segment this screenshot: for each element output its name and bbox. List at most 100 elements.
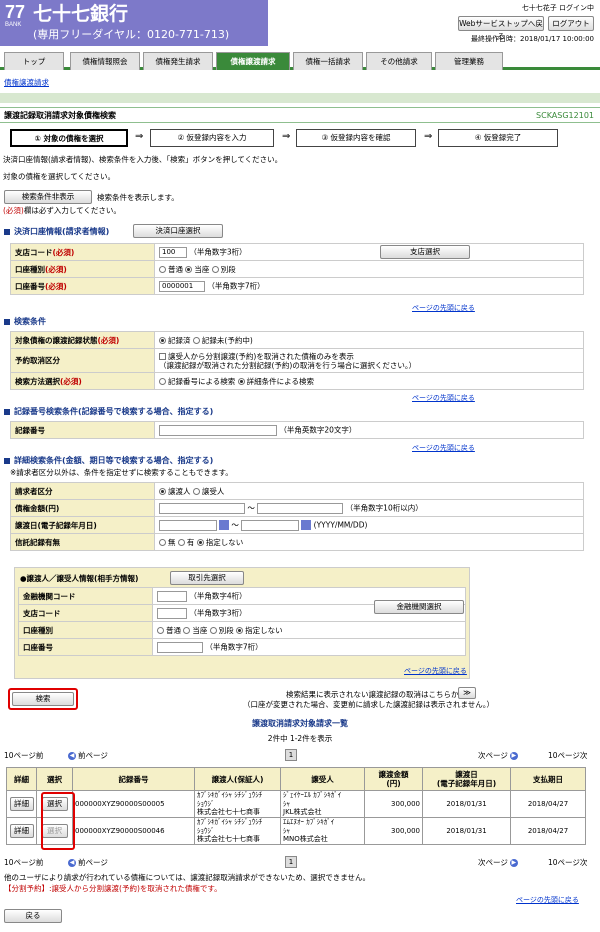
detail-conditions-note: ※請求者区分以外は、条件を指定せずに検索することもできます。 — [10, 468, 233, 477]
account-type-betsudan-radio[interactable] — [211, 266, 219, 273]
amount-label: 債権金額(円) — [15, 503, 60, 513]
transferee-name: MNO株式会社 — [283, 835, 328, 844]
requester-transferor-radio[interactable] — [159, 488, 166, 495]
list-count: 2件中 1-2件を表示 — [267, 734, 333, 743]
bank-logo: 77 — [5, 2, 26, 22]
tab-bulk-request[interactable]: 債権一括請求 — [293, 52, 363, 70]
amount-from-input[interactable] — [159, 502, 245, 514]
bank-select-button[interactable]: 金融機関選択 — [374, 600, 464, 614]
branch-code-input[interactable]: 100 — [159, 246, 187, 258]
hide-conditions-button[interactable]: 検索条件非表示 — [4, 190, 92, 204]
record-status-label: 対象債権の譲渡記録状態 — [15, 335, 98, 345]
main-tabs: トップ 債権情報照会 債権発生請求 債権譲渡請求 債権一括請求 その他請求 管理… — [0, 50, 600, 70]
page-number[interactable]: 1 — [285, 749, 297, 761]
cp-account-type-label: 口座種別 — [23, 625, 53, 635]
col-detail: 詳細 — [6, 767, 37, 791]
counterparty-select-button[interactable]: 取引先選択 — [170, 571, 244, 585]
reservation-cancel-checkbox[interactable] — [159, 353, 166, 360]
page-top-link[interactable]: ページの先頭に戻る — [404, 667, 467, 675]
amount-to-input[interactable] — [257, 502, 344, 514]
status-reserved-radio[interactable] — [192, 337, 200, 344]
page-top-link[interactable]: ページの先頭に戻る — [412, 394, 475, 402]
page-top-link[interactable]: ページの先頭に戻る — [516, 896, 579, 904]
bank-code-label: 金融機関コード — [23, 591, 76, 601]
subnav-claim-transfer[interactable]: 債権譲渡請求 — [4, 78, 49, 87]
bank-code-input[interactable] — [157, 590, 187, 602]
table-row: 詳細 選択 000000XYZ90000S00046 ｶﾌﾞｼｷｶﾞｲｼｬ ｼﾁ… — [6, 817, 586, 845]
col-due-date: 支払期日 — [510, 767, 586, 791]
next-page[interactable]: 次ページ ▶ — [478, 751, 520, 760]
prev-10-pages[interactable]: 10ページ前 — [4, 858, 43, 867]
detail-conditions-table: 請求者区分 譲渡人 譲受人 債権金額(円) 〜 （半角数字10桁以内） 譲渡日(… — [10, 482, 584, 551]
next-10-pages[interactable]: 10ページ次 — [548, 751, 587, 760]
requester-transferee-radio[interactable] — [192, 488, 200, 495]
intro-text-1: 決済口座情報(請求者情報)、検索条件を入力後、「検索」ボタンを押してください。 — [3, 155, 283, 164]
counterparty-title: ●譲渡人／譲受人情報(相手方情報) — [20, 574, 139, 583]
record-number-input[interactable] — [159, 424, 277, 436]
prev-page[interactable]: ◀ 前ページ — [68, 751, 108, 760]
cp-type-futsu-radio[interactable] — [157, 627, 164, 634]
transfer-date: 2018/01/31 — [422, 817, 511, 845]
amount: 300,000 — [364, 817, 423, 845]
page-number[interactable]: 1 — [285, 856, 297, 868]
next-10-pages[interactable]: 10ページ次 — [548, 858, 587, 867]
cp-branch-code-input[interactable] — [157, 607, 187, 619]
next-page[interactable]: 次ページ ▶ — [478, 858, 520, 867]
detail-button[interactable]: 詳細 — [9, 797, 34, 811]
page-top-link[interactable]: ページの先頭に戻る — [412, 444, 475, 452]
method-record-number-radio[interactable] — [159, 378, 166, 385]
trust-record-label: 信託記録有無 — [15, 537, 60, 547]
cp-type-toza-radio[interactable] — [183, 627, 191, 634]
due-date: 2018/04/27 — [510, 817, 586, 845]
page-top-link[interactable]: ページの先頭に戻る — [412, 304, 475, 312]
web-service-top-button[interactable]: Webサービストップへ戻る — [458, 16, 544, 41]
search-note-2: （口座が変更された場合、変更前に請求した譲渡記録は表示されません。） — [243, 700, 495, 709]
record-number-label: 記録番号 — [15, 425, 45, 435]
date-to-input[interactable] — [241, 519, 300, 531]
cp-type-betsudan-radio[interactable] — [209, 627, 217, 634]
account-type-label: 口座種別 — [15, 264, 45, 274]
branch-select-button[interactable]: 支店選択 — [380, 245, 470, 259]
col-record-number: 記録番号 — [72, 767, 195, 791]
tab-claim-issue[interactable]: 債権発生請求 — [143, 52, 213, 70]
uncovered-cancel-button[interactable]: ≫ — [458, 687, 476, 699]
back-button[interactable]: 戻る — [4, 909, 62, 923]
detail-button[interactable]: 詳細 — [9, 824, 34, 838]
tab-top[interactable]: トップ — [4, 52, 64, 70]
account-number-input[interactable]: 0000001 — [159, 280, 205, 292]
calendar-icon[interactable] — [219, 520, 229, 530]
bank-logo-sub: BANK — [5, 22, 22, 28]
counterparty-table: 金融機関コード （半角数字4桁） 支店コード （半角数字3桁） 口座種別 普通 … — [18, 587, 466, 656]
search-button[interactable]: 検索 — [12, 692, 74, 706]
chevron-left-icon: ◀ — [68, 859, 76, 867]
tab-claim-transfer[interactable]: 債権譲渡請求 — [216, 52, 290, 70]
chevron-left-icon: ◀ — [68, 752, 76, 760]
record-number: 000000XYZ90000S00046 — [72, 817, 195, 845]
step-1: ① 対象の債権を選択 — [10, 129, 128, 147]
prev-10-pages[interactable]: 10ページ前 — [4, 751, 43, 760]
method-detail-radio[interactable] — [237, 378, 245, 385]
trust-unspecified-radio[interactable] — [196, 539, 204, 546]
tab-other-request[interactable]: その他請求 — [366, 52, 432, 70]
account-type-futsu-radio[interactable] — [159, 266, 166, 273]
prev-page[interactable]: ◀ 前ページ — [68, 858, 108, 867]
trust-none-radio[interactable] — [159, 539, 166, 546]
cp-account-number-input[interactable] — [157, 641, 203, 653]
free-dial: (専用フリーダイヤル：0120-771-713) — [33, 28, 230, 41]
tab-claim-inquiry[interactable]: 債権情報照会 — [70, 52, 140, 70]
footer-note-1: 他のユーザにより請求が行われている債権については、譲渡記録取消請求ができないため… — [4, 873, 370, 882]
cp-type-unspecified-radio[interactable] — [236, 627, 244, 634]
search-conditions-table: 対象債権の譲渡記録状態(必須) 記録済 記録未(予約中) 予約取消区分 譲受人か… — [10, 331, 584, 390]
date-from-input[interactable] — [159, 519, 217, 531]
transfer-date: 2018/01/31 — [422, 790, 511, 818]
status-recorded-radio[interactable] — [159, 337, 166, 344]
cp-account-number-label: 口座番号 — [23, 642, 53, 652]
calendar-icon[interactable] — [301, 520, 312, 530]
account-type-toza-radio[interactable] — [185, 266, 193, 273]
requester-type-label: 請求者区分 — [15, 486, 53, 496]
account-select-button[interactable]: 決済口座選択 — [133, 224, 223, 238]
tab-management[interactable]: 管理業務 — [435, 52, 503, 70]
page-title: 譲渡記録取消請求対象債権検索 — [4, 111, 116, 120]
trust-yes-radio[interactable] — [177, 539, 185, 546]
logout-button[interactable]: ログアウト — [548, 16, 594, 31]
